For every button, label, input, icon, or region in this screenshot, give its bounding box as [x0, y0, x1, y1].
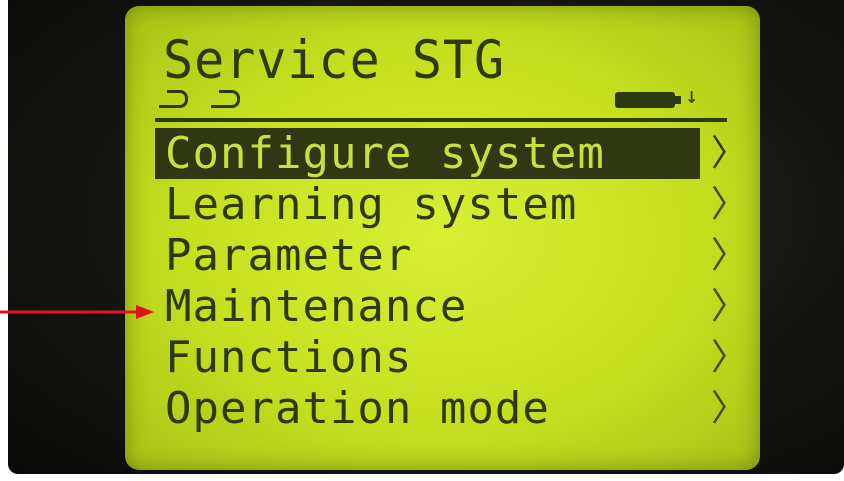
chevron-right-icon: 〉 [711, 286, 749, 327]
chevron-right-icon: 〉 [711, 388, 749, 429]
menu-item-label: Functions [165, 332, 413, 383]
down-arrow-icon: ↓ [685, 84, 699, 109]
battery-icon [615, 92, 681, 108]
menu-item-parameter[interactable]: Parameter 〉 [155, 230, 755, 281]
status-bar: ↓ [159, 84, 727, 114]
divider [155, 118, 727, 122]
chevron-right-icon: 〉 [711, 235, 749, 276]
menu-list: Configure system 〉 Learning system 〉 Par… [155, 128, 755, 434]
lcd-screen: Service STG ↓ Configure system 〉 Learnin… [125, 6, 760, 470]
chevron-right-icon: 〉 [711, 133, 749, 174]
chevron-right-icon: 〉 [711, 184, 749, 225]
menu-item-operation-mode[interactable]: Operation mode 〉 [155, 383, 755, 434]
page-title: Service STG [163, 29, 506, 91]
menu-item-label: Configure system [165, 128, 605, 179]
device-bezel: Service STG ↓ Configure system 〉 Learnin… [8, 0, 844, 474]
annotation-arrow-icon [0, 305, 154, 319]
menu-item-functions[interactable]: Functions 〉 [155, 332, 755, 383]
hook-icon [159, 90, 188, 108]
menu-item-maintenance[interactable]: Maintenance 〉 [155, 281, 755, 332]
hook-icon [211, 90, 240, 108]
menu-item-configure-system[interactable]: Configure system 〉 [155, 128, 747, 179]
menu-item-label: Operation mode [165, 383, 550, 434]
chevron-right-icon: 〉 [711, 337, 749, 378]
menu-item-label: Maintenance [165, 281, 468, 332]
menu-item-learning-system[interactable]: Learning system 〉 [155, 179, 755, 230]
menu-item-label: Parameter [165, 230, 413, 281]
menu-item-label: Learning system [165, 179, 578, 230]
